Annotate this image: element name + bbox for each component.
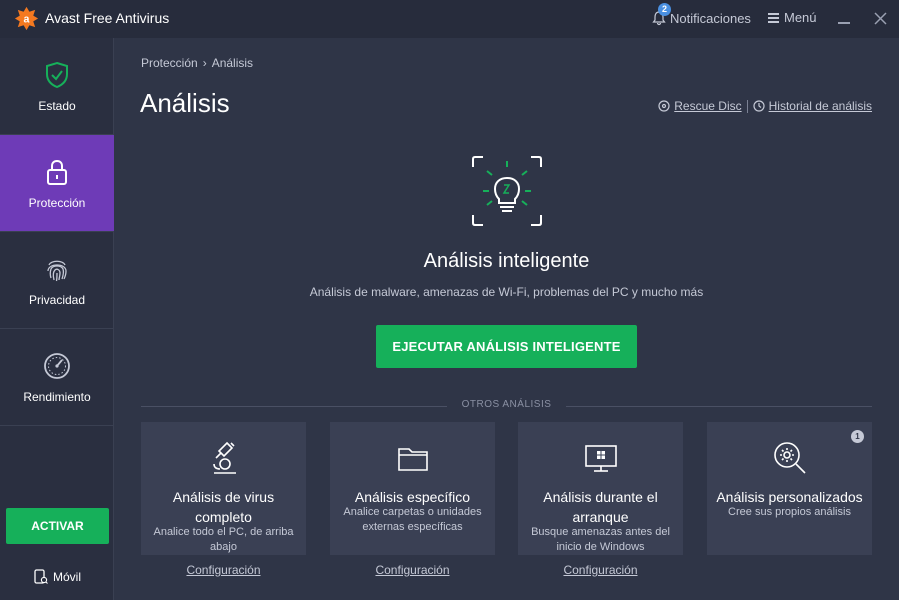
card-title: Análisis durante el arranque — [543, 489, 658, 525]
bell-icon: 2 — [651, 3, 671, 26]
card-description: Analice todo el PC, de arriba abajo — [153, 526, 294, 553]
page-title: Análisis — [140, 88, 230, 118]
sidebar-item-estado[interactable]: Estado — [0, 38, 114, 135]
shield-check-icon — [46, 61, 68, 89]
menu-label: Menú — [784, 10, 817, 25]
breadcrumb: Protección › Análisis — [141, 56, 253, 70]
card-description: Analice carpetas o unidades externas esp… — [343, 506, 482, 533]
sidebar-item-proteccion[interactable]: Protección — [0, 135, 114, 232]
custom-scans-badge: 1 — [851, 430, 864, 443]
fingerprint-icon — [47, 260, 67, 282]
app-title: Avast Free Antivirus — [45, 10, 170, 26]
speedometer-icon — [44, 353, 70, 379]
mobile-link[interactable]: Móvil — [34, 569, 81, 584]
card-description: Cree sus propios análisis — [728, 506, 851, 518]
close-icon[interactable] — [873, 11, 888, 26]
disc-icon — [658, 100, 670, 112]
sidebar: Estado Protección Privacidad Rendimiento… — [0, 38, 114, 600]
targeted-scan-card[interactable]: Análisis específico Analice carpetas o u… — [330, 422, 495, 555]
activate-button[interactable]: ACTIVAR — [6, 508, 109, 544]
sidebar-item-label: Rendimiento — [23, 390, 91, 404]
mobile-phone-icon — [34, 569, 48, 584]
boot-scan-config-link[interactable]: Configuración — [518, 563, 683, 577]
notifications-button[interactable]: 2 Notificaciones — [651, 3, 751, 26]
hamburger-icon — [768, 11, 779, 25]
history-link[interactable]: Historial de análisis — [753, 99, 872, 113]
rescue-disc-link[interactable]: Rescue Disc — [658, 99, 742, 113]
links-divider — [746, 99, 748, 113]
breadcrumb-current: Análisis — [211, 56, 254, 70]
svg-text:a: a — [24, 13, 30, 25]
full-scan-config-link[interactable]: Configuración — [141, 563, 306, 577]
microscope-icon — [213, 441, 236, 474]
targeted-scan-config-link[interactable]: Configuración — [330, 563, 495, 577]
notifications-label: Notificaciones — [670, 10, 751, 26]
rescue-disc-label: Rescue Disc — [674, 99, 742, 113]
sidebar-item-label: Privacidad — [28, 293, 86, 307]
other-scans-divider: OTROS ANÁLISIS — [141, 399, 872, 413]
avast-logo-icon: a — [14, 6, 39, 31]
history-clock-icon — [753, 100, 765, 112]
notifications-badge: 2 — [658, 3, 671, 16]
card-title: Análisis específico — [354, 489, 471, 505]
title-bar: a Avast Free Antivirus 2 Notificaciones … — [0, 0, 899, 38]
other-scans-heading: OTROS ANÁLISIS — [461, 399, 552, 410]
run-smart-scan-button[interactable]: EJECUTAR ANÁLISIS INTELIGENTE — [376, 325, 637, 368]
minimize-button[interactable] — [838, 22, 850, 24]
smart-scan-lightbulb-icon — [472, 156, 542, 226]
smart-scan-title: Análisis inteligente — [423, 250, 590, 272]
custom-scans-card[interactable]: 1 Análisis personalizados Cree sus propi… — [707, 422, 872, 555]
history-label: Historial de análisis — [768, 99, 872, 113]
card-title: Análisis personalizados — [716, 489, 863, 505]
sidebar-item-label: Protección — [28, 196, 86, 210]
card-title: Análisis de virus completo — [172, 489, 275, 525]
full-virus-scan-card[interactable]: Análisis de virus completo Analice todo … — [141, 422, 306, 555]
mobile-label: Móvil — [53, 569, 82, 584]
sidebar-item-label: Estado — [38, 99, 76, 113]
monitor-windows-icon — [585, 445, 617, 472]
smart-scan-subtitle: Análisis de malware, amenazas de Wi-Fi, … — [309, 285, 704, 299]
top-links: Rescue Disc Historial de análisis — [658, 99, 872, 113]
breadcrumb-separator: › — [202, 56, 207, 70]
boot-time-scan-card[interactable]: Análisis durante el arranque Busque amen… — [518, 422, 683, 555]
lock-icon — [47, 159, 67, 185]
menu-button[interactable]: Menú — [768, 10, 817, 25]
sidebar-item-rendimiento[interactable]: Rendimiento — [0, 329, 114, 426]
magnifier-gear-icon — [774, 442, 806, 474]
folder-icon — [398, 448, 428, 471]
sidebar-item-privacidad[interactable]: Privacidad — [0, 232, 114, 329]
card-description: Busque amenazas antes del inicio de Wind… — [531, 526, 670, 553]
breadcrumb-parent[interactable]: Protección — [141, 56, 198, 70]
